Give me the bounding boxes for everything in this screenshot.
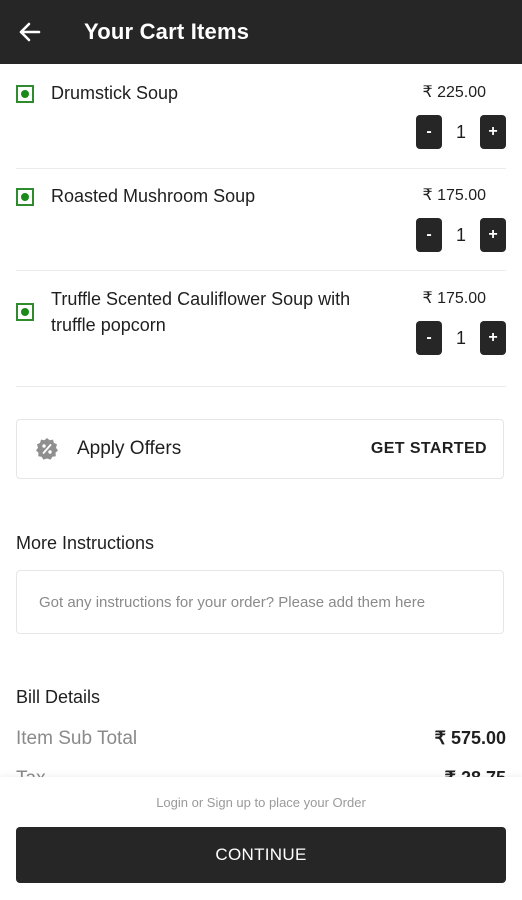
decrease-quantity-button[interactable]: - <box>416 115 442 149</box>
continue-button[interactable]: CONTINUE <box>16 827 506 883</box>
quantity-value: 1 <box>455 327 466 348</box>
bill-row-subtotal: Item Sub Total ₹ 575.00 <box>16 728 506 750</box>
back-button[interactable] <box>0 0 60 64</box>
arrow-left-icon <box>19 22 41 42</box>
veg-indicator-icon <box>16 188 34 206</box>
quantity-stepper: - 1 + <box>416 114 506 150</box>
cart-item: Truffle Scented Cauliflower Soup with tr… <box>16 286 506 387</box>
item-price: ₹ 225.00 <box>422 84 486 101</box>
bill-label: Item Sub Total <box>16 728 138 749</box>
item-name: Roasted Mushroom Soup <box>51 186 256 206</box>
login-hint-text: Login or Sign up to place your Order <box>156 795 366 810</box>
instructions-input[interactable] <box>37 592 481 612</box>
veg-indicator-icon <box>16 85 34 103</box>
quantity-stepper: - 1 + <box>416 217 506 253</box>
bill-details-title: Bill Details <box>16 687 101 707</box>
cart-item: Roasted Mushroom Soup ₹ 175.00 - 1 + <box>16 183 506 271</box>
instructions-box <box>16 570 504 634</box>
discount-badge-icon <box>36 438 58 460</box>
instructions-title: More Instructions <box>16 533 155 553</box>
decrease-quantity-button[interactable]: - <box>416 218 442 252</box>
item-price: ₹ 175.00 <box>422 290 486 307</box>
checkout-footer: Login or Sign up to place your Order CON… <box>0 777 522 900</box>
item-name: Drumstick Soup <box>51 83 179 103</box>
page-title: Your Cart Items <box>84 19 250 44</box>
bill-value: ₹ 575.00 <box>434 728 506 748</box>
increase-quantity-button[interactable]: + <box>480 218 506 252</box>
get-started-button[interactable]: GET STARTED <box>371 440 487 458</box>
item-price: ₹ 175.00 <box>422 187 486 204</box>
quantity-value: 1 <box>455 121 466 142</box>
apply-offers-label: Apply Offers <box>77 438 182 459</box>
decrease-quantity-button[interactable]: - <box>416 321 442 355</box>
veg-indicator-icon <box>16 303 34 321</box>
item-name: Truffle Scented Cauliflower Soup with tr… <box>51 289 351 335</box>
cart-item: Drumstick Soup ₹ 225.00 - 1 + <box>16 80 506 169</box>
app-header: Your Cart Items <box>0 0 522 64</box>
increase-quantity-button[interactable]: + <box>480 321 506 355</box>
apply-offers-card[interactable]: Apply Offers GET STARTED <box>16 419 504 479</box>
quantity-value: 1 <box>455 224 466 245</box>
quantity-stepper: - 1 + <box>416 320 506 356</box>
increase-quantity-button[interactable]: + <box>480 115 506 149</box>
